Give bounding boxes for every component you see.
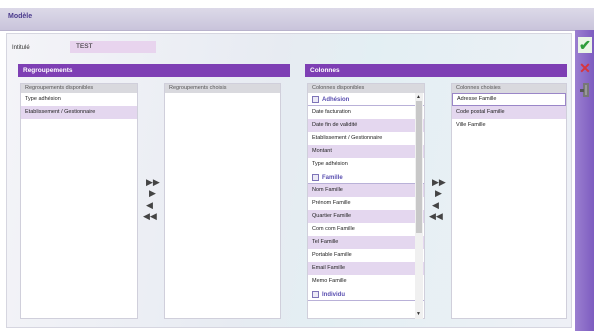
regroupements-available-list[interactable]: Regroupements disponibles Type adhésion … <box>20 83 138 319</box>
list-item[interactable]: Tel Famille <box>308 236 424 249</box>
list-item[interactable]: Portable Famille <box>308 249 424 262</box>
exit-door-icon <box>580 83 589 97</box>
colonnes-scrollbar[interactable] <box>415 93 423 319</box>
colonnes-chosen-header: Colonnes choisies <box>452 84 566 93</box>
group-header-famille[interactable]: Famille <box>308 173 424 184</box>
list-item[interactable]: Code postal Famille <box>452 106 566 119</box>
move-all-left-button[interactable]: ◀◀ <box>143 212 157 221</box>
intitule-input[interactable]: TEST <box>70 41 156 53</box>
checkmark-icon: ✔ <box>579 37 591 53</box>
list-item[interactable]: Type adhésion <box>308 158 424 171</box>
list-item[interactable]: Montant <box>308 145 424 158</box>
colonnes-move-left-button[interactable]: ◀ <box>432 201 439 210</box>
arrow-left-icon: ◀ <box>432 200 439 210</box>
list-item[interactable]: Etablissement / Gestionnaire <box>308 132 424 145</box>
list-item[interactable]: Ville Famille <box>452 119 566 132</box>
collapse-icon <box>312 95 319 103</box>
group-header-individu[interactable]: Individu <box>308 290 424 301</box>
regroupements-available-header: Regroupements disponibles <box>21 84 137 93</box>
list-item[interactable]: Etablissement / Gestionnaire <box>21 106 137 119</box>
scrollbar-thumb[interactable] <box>416 101 422 233</box>
cancel-button[interactable]: ✕ <box>578 60 592 76</box>
collapse-icon <box>312 173 319 181</box>
colonnes-available-list[interactable]: Colonnes disponibles Adhésion Date factu… <box>307 83 425 319</box>
double-arrow-left-icon: ◀◀ <box>143 211 157 221</box>
double-arrow-right-icon: ▶▶ <box>432 177 446 187</box>
list-item[interactable]: Nom Famille <box>308 184 424 197</box>
list-item[interactable]: Com com Famille <box>308 223 424 236</box>
arrow-left-icon: ◀ <box>146 200 153 210</box>
arrow-right-icon: ▶ <box>149 188 156 198</box>
regroupements-chosen-header: Regroupements choisis <box>165 84 280 93</box>
collapse-icon <box>312 290 319 298</box>
list-item[interactable]: Quartier Famille <box>308 210 424 223</box>
exit-button[interactable] <box>578 82 592 98</box>
colonnes-move-all-right-button[interactable]: ▶▶ <box>432 178 446 187</box>
scroll-down-icon[interactable]: ▼ <box>416 311 421 317</box>
window-titlebar: Modèle <box>0 8 594 31</box>
list-item[interactable]: Adresse Famille <box>452 93 566 106</box>
arrow-right-icon: ▶ <box>435 188 442 198</box>
scroll-up-icon[interactable]: ▲ <box>416 94 421 100</box>
move-right-button[interactable]: ▶ <box>149 189 156 198</box>
regroupements-chosen-list[interactable]: Regroupements choisis <box>164 83 281 319</box>
colonnes-move-all-left-button[interactable]: ◀◀ <box>429 212 443 221</box>
move-all-right-button[interactable]: ▶▶ <box>146 178 160 187</box>
list-item[interactable]: Prénom Famille <box>308 197 424 210</box>
list-item[interactable]: Email Famille <box>308 262 424 275</box>
list-item[interactable]: Type adhésion <box>21 93 137 106</box>
move-left-button[interactable]: ◀ <box>146 201 153 210</box>
list-item[interactable]: Memo Famille <box>308 275 424 288</box>
double-arrow-left-icon: ◀◀ <box>429 211 443 221</box>
x-icon: ✕ <box>579 60 591 76</box>
window-title: Modèle <box>8 13 33 20</box>
validate-button[interactable]: ✔ <box>578 37 592 53</box>
top-strip <box>0 0 594 8</box>
intitule-label: Intitulé <box>12 45 30 51</box>
regroupements-header: Regroupements <box>18 64 290 77</box>
colonnes-move-right-button[interactable]: ▶ <box>435 189 442 198</box>
group-header-adhesion[interactable]: Adhésion <box>308 95 424 106</box>
list-item[interactable]: Date facturation <box>308 106 424 119</box>
colonnes-header: Colonnes <box>305 64 567 77</box>
double-arrow-right-icon: ▶▶ <box>146 177 160 187</box>
colonnes-chosen-list[interactable]: Colonnes choisies Adresse Famille Code p… <box>451 83 567 319</box>
list-item[interactable]: Date fin de validité <box>308 119 424 132</box>
colonnes-available-header: Colonnes disponibles <box>308 84 424 93</box>
